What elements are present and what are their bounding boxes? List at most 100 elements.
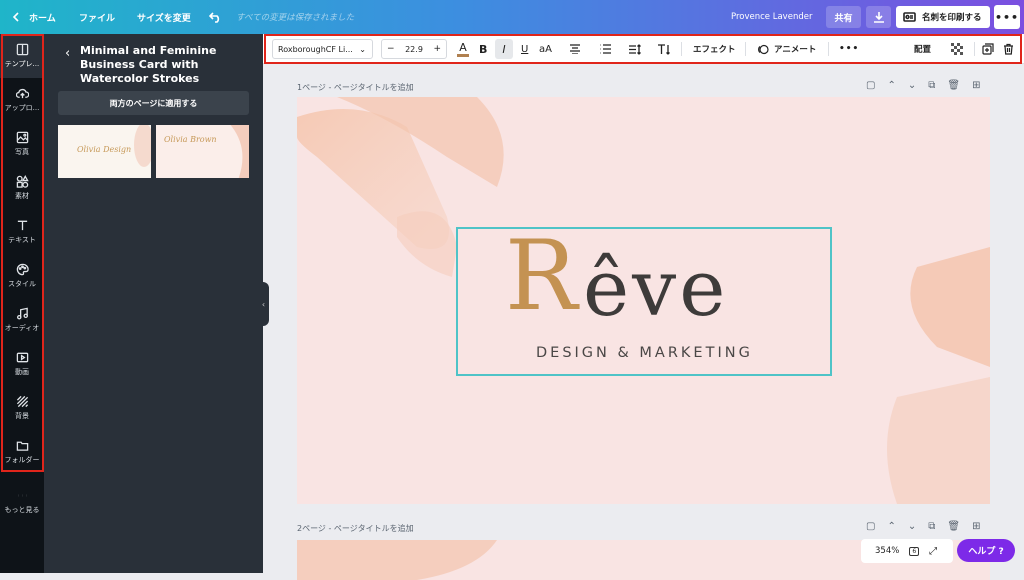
effects-button[interactable]: エフェクト — [693, 34, 736, 64]
upload-icon — [15, 88, 29, 99]
file-menu[interactable]: ファイル — [79, 0, 115, 34]
more-icon — [17, 494, 27, 497]
template-panel: ‹ Minimal and Feminine Business Card wit… — [44, 34, 263, 573]
transparency-button[interactable] — [951, 34, 963, 64]
folder-icon — [16, 441, 28, 451]
rail-item-background[interactable]: 背景 — [0, 386, 44, 430]
template-title: Minimal and Feminine Business Card with … — [80, 44, 217, 85]
text-color-icon: A — [459, 40, 467, 54]
align-center-icon — [570, 44, 580, 54]
rail-item-audio[interactable]: オーディオ — [0, 298, 44, 342]
spacing-button[interactable] — [628, 34, 642, 64]
text-color-swatch — [457, 53, 469, 57]
font-size-value[interactable]: 22.9 — [405, 45, 423, 54]
copy-page-icon[interactable]: ⧉ — [928, 80, 935, 91]
vertical-text-button[interactable] — [657, 34, 671, 64]
chevron-left-icon — [12, 12, 19, 22]
rail-item-photos[interactable]: 写真 — [0, 122, 44, 166]
move-up-icon[interactable]: ⌃ — [887, 521, 895, 532]
rail-item-templates[interactable]: テンプレ... — [0, 34, 44, 78]
watercolor-thumb-art-2 — [230, 125, 249, 178]
zoom-level[interactable]: 354% — [875, 546, 899, 556]
note-icon[interactable]: ▢ — [866, 521, 875, 532]
toolbar-divider — [681, 42, 682, 56]
delete-element-button[interactable] — [1003, 34, 1014, 64]
fullscreen-icon[interactable]: ⤢ — [929, 546, 937, 557]
transparency-icon — [951, 43, 963, 55]
page-view-icon[interactable]: 6 — [909, 546, 920, 556]
rail-item-folders[interactable]: フォルダー — [0, 430, 44, 474]
list-icon — [600, 44, 611, 54]
undo-icon — [209, 11, 220, 23]
bold-button[interactable]: B — [479, 34, 487, 64]
delete-page-icon[interactable]: 🗑 — [947, 521, 960, 532]
logo-initial[interactable]: R — [505, 228, 577, 324]
chevron-down-icon: ⌄ — [359, 44, 366, 54]
duplicate-element-button[interactable] — [982, 34, 994, 64]
rail-item-uploads[interactable]: アップロ... — [0, 78, 44, 122]
panel-back-icon[interactable]: ‹ — [65, 46, 70, 61]
audio-icon — [16, 307, 28, 320]
toolbar-more-button[interactable]: ••• — [839, 34, 859, 64]
download-button[interactable] — [866, 6, 891, 28]
toolbar-divider — [745, 42, 746, 56]
logo-wordmark[interactable]: êve — [583, 250, 728, 328]
text-toolbar: RoxboroughCF Li... ⌄ − 22.9 + A B I U aA… — [263, 34, 1024, 64]
move-up-icon[interactable]: ⌃ — [887, 80, 895, 91]
font-selector[interactable]: RoxboroughCF Li... ⌄ — [272, 39, 373, 59]
note-icon[interactable]: ▢ — [866, 80, 875, 91]
animate-button[interactable]: アニメート — [757, 34, 816, 64]
help-button[interactable]: ヘルプ ? — [957, 539, 1015, 562]
apply-all-pages-button[interactable]: 両方のページに適用する — [58, 91, 249, 115]
font-size-stepper[interactable]: − 22.9 + — [381, 39, 447, 59]
align-button[interactable] — [569, 34, 581, 64]
copy-page-icon[interactable]: ⧉ — [928, 521, 935, 532]
resize-menu[interactable]: サイズを変更 — [137, 0, 191, 34]
increase-size-button[interactable]: + — [433, 44, 441, 54]
template-thumbnail-front[interactable]: Olivia Design — [58, 125, 151, 178]
page-1-tools: ▢ ⌃ ⌄ ⧉ 🗑 ⊞ — [866, 80, 980, 91]
rail-item-video[interactable]: 動画 — [0, 342, 44, 386]
delete-page-icon[interactable]: 🗑 — [947, 80, 960, 91]
rail-item-text[interactable]: テキスト — [0, 210, 44, 254]
collapse-panel-handle[interactable]: ‹ — [258, 282, 269, 326]
zoom-control[interactable]: 354% 6 ⤢ — [861, 539, 953, 563]
italic-button[interactable]: I — [495, 39, 513, 59]
decrease-size-button[interactable]: − — [387, 44, 395, 54]
user-name[interactable]: Provence Lavender — [731, 12, 812, 22]
add-page-icon[interactable]: ⊞ — [972, 521, 980, 532]
rail-item-more[interactable]: もっと見る — [0, 480, 44, 524]
save-status: すべての変更は保存されました — [236, 13, 355, 23]
animate-icon — [758, 44, 769, 54]
page-2-tools: ▢ ⌃ ⌄ ⧉ 🗑 ⊞ — [866, 521, 980, 532]
text-color-button[interactable]: A — [457, 34, 469, 64]
undo-button[interactable] — [209, 0, 222, 34]
home-button[interactable]: ホーム — [12, 0, 56, 34]
print-card-button[interactable]: 名刺を印刷する — [896, 6, 990, 28]
list-button[interactable] — [599, 34, 611, 64]
move-down-icon[interactable]: ⌄ — [908, 80, 916, 91]
move-down-icon[interactable]: ⌄ — [908, 521, 916, 532]
rail-item-styles[interactable]: スタイル — [0, 254, 44, 298]
top-bar: ホーム ファイル サイズを変更 すべての変更は保存されました Provence … — [0, 0, 1024, 34]
logo-tagline[interactable]: DESIGN & MARKETING — [536, 345, 753, 361]
page-1-title[interactable]: 1ページ - ページタイトルを追加 — [297, 82, 414, 93]
position-button[interactable]: 配置 — [914, 34, 931, 64]
add-page-icon[interactable]: ⊞ — [972, 80, 980, 91]
share-button[interactable]: 共有 — [826, 6, 861, 28]
more-options-button[interactable]: ••• — [994, 5, 1020, 29]
underline-button[interactable]: U — [521, 34, 528, 64]
page-2-title[interactable]: 2ページ - ページタイトルを追加 — [297, 523, 414, 534]
duplicate-icon — [982, 43, 994, 55]
video-icon — [16, 352, 28, 363]
template-thumbnail-back[interactable]: Olivia Brown — [156, 125, 249, 178]
download-icon — [873, 12, 884, 23]
rail-item-elements[interactable]: 素材 — [0, 166, 44, 210]
letter-case-button[interactable]: aA — [539, 34, 552, 64]
text-icon — [17, 220, 27, 231]
spacing-icon — [629, 43, 641, 55]
trash-icon — [1004, 43, 1013, 55]
style-icon — [16, 263, 29, 276]
elements-icon — [16, 175, 29, 188]
template-icon — [16, 43, 28, 56]
